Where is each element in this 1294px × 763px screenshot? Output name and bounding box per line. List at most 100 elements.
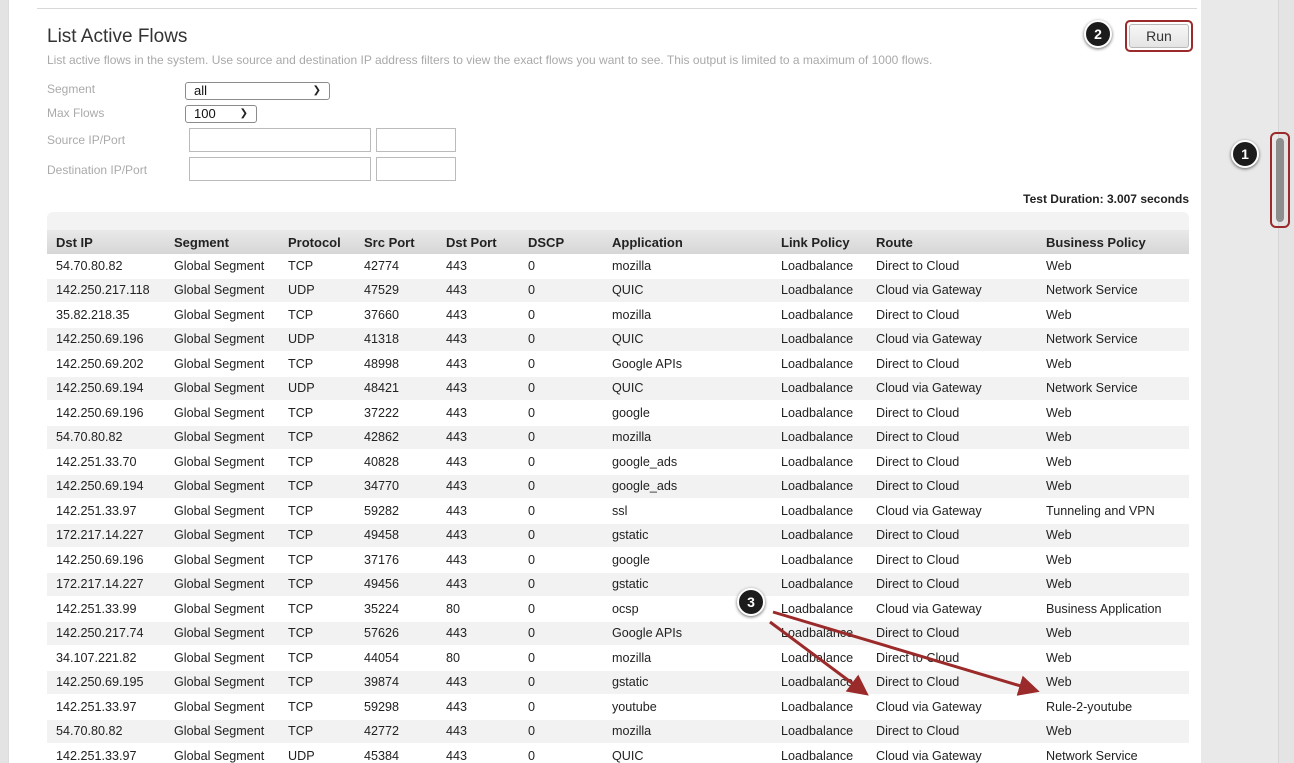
cell-dst-port: 443 — [437, 694, 519, 720]
cell-dst-ip: 142.251.33.97 — [47, 694, 165, 720]
cell-business-policy: Web — [1037, 572, 1189, 597]
page-description: List active flows in the system. Use sou… — [47, 53, 933, 67]
cell-route: Cloud via Gateway — [867, 743, 1037, 763]
cell-application: QUIC — [603, 278, 772, 303]
cell-src-port: 45384 — [355, 743, 437, 763]
cell-segment: Global Segment — [165, 743, 279, 763]
cell-dscp: 0 — [519, 400, 603, 426]
cell-dst-ip: 142.251.33.97 — [47, 498, 165, 524]
table-row: 54.70.80.82 Global Segment TCP 42862 443 0 moz… — [47, 425, 1189, 450]
cell-application: mozilla — [603, 254, 772, 279]
cell-segment: Global Segment — [165, 572, 279, 597]
cell-dst-port: 443 — [437, 302, 519, 328]
cell-dst-ip: 54.70.80.82 — [47, 719, 165, 744]
cell-business-policy: Web — [1037, 645, 1189, 671]
cell-application: QUIC — [603, 327, 772, 352]
cell-dscp: 0 — [519, 621, 603, 646]
cell-protocol: TCP — [279, 621, 355, 646]
cell-src-port: 42772 — [355, 719, 437, 744]
cell-link-policy: Loadbalance — [772, 719, 867, 744]
cell-route: Direct to Cloud — [867, 621, 1037, 646]
cell-route: Cloud via Gateway — [867, 278, 1037, 303]
table-row: 35.82.218.35 Global Segment TCP 37660 443 0 mo… — [47, 302, 1189, 328]
destination-port-input[interactable] — [376, 157, 456, 181]
cell-link-policy: Loadbalance — [772, 547, 867, 573]
cell-link-policy: Loadbalance — [772, 425, 867, 450]
table-row: 142.250.69.196 Global Segment TCP 37176 443 0… — [47, 547, 1189, 573]
cell-dst-ip: 142.250.69.194 — [47, 376, 165, 401]
cell-dscp: 0 — [519, 254, 603, 279]
run-button[interactable]: Run — [1129, 24, 1189, 48]
source-port-input[interactable] — [376, 128, 456, 152]
cell-segment: Global Segment — [165, 523, 279, 548]
segment-select[interactable]: all ❯ — [185, 82, 330, 100]
cell-business-policy: Web — [1037, 621, 1189, 646]
table-row: 172.217.14.227 Global Segment TCP 49458 443 0… — [47, 523, 1189, 548]
cell-dscp: 0 — [519, 449, 603, 475]
cell-dscp: 0 — [519, 743, 603, 763]
scrollbar-thumb[interactable] — [1276, 138, 1284, 222]
cell-link-policy: Loadbalance — [772, 278, 867, 303]
cell-dst-port: 443 — [437, 400, 519, 426]
destination-ip-input[interactable] — [189, 157, 371, 181]
cell-dst-ip: 142.250.69.202 — [47, 351, 165, 377]
annotation-badge-3: 3 — [737, 588, 765, 616]
cell-application: mozilla — [603, 645, 772, 671]
cell-route: Direct to Cloud — [867, 351, 1037, 377]
chevron-down-icon: ❯ — [239, 108, 248, 119]
table-row: 142.250.217.74 Global Segment TCP 57626 443 0… — [47, 621, 1189, 646]
cell-application: gstatic — [603, 670, 772, 695]
cell-src-port: 37660 — [355, 302, 437, 328]
column-header-protocol: Protocol — [279, 230, 355, 254]
cell-src-port: 39874 — [355, 670, 437, 695]
cell-src-port: 42862 — [355, 425, 437, 450]
cell-application: mozilla — [603, 425, 772, 450]
cell-protocol: TCP — [279, 351, 355, 377]
cell-business-policy: Network Service — [1037, 376, 1189, 401]
cell-link-policy: Loadbalance — [772, 645, 867, 671]
active-flows-panel: List Active Flows List active flows in t… — [8, 0, 1202, 763]
cell-segment: Global Segment — [165, 302, 279, 328]
column-header-route: Route — [867, 230, 1037, 254]
cell-dst-port: 443 — [437, 474, 519, 499]
cell-dst-port: 443 — [437, 376, 519, 401]
table-row: 54.70.80.82 Global Segment TCP 42774 443 0 moz… — [47, 254, 1189, 279]
cell-segment: Global Segment — [165, 547, 279, 573]
cell-src-port: 37222 — [355, 400, 437, 426]
cell-application: Google APIs — [603, 621, 772, 646]
cell-link-policy: Loadbalance — [772, 254, 867, 279]
cell-segment: Global Segment — [165, 278, 279, 303]
cell-application: QUIC — [603, 743, 772, 763]
cell-dst-port: 443 — [437, 670, 519, 695]
cell-dst-ip: 142.250.69.196 — [47, 327, 165, 352]
scrollbar-track[interactable] — [1278, 0, 1294, 763]
cell-link-policy: Loadbalance — [772, 351, 867, 377]
table-row: 142.251.33.99 Global Segment TCP 35224 80 0 oc… — [47, 596, 1189, 622]
cell-protocol: TCP — [279, 449, 355, 475]
cell-dscp: 0 — [519, 572, 603, 597]
cell-protocol: TCP — [279, 547, 355, 573]
column-header-dst-ip: Dst IP — [47, 230, 165, 254]
cell-link-policy: Loadbalance — [772, 449, 867, 475]
cell-dst-port: 443 — [437, 425, 519, 450]
cell-business-policy: Web — [1037, 400, 1189, 426]
cell-src-port: 41318 — [355, 327, 437, 352]
max-flows-select-value: 100 — [194, 106, 216, 121]
cell-dscp: 0 — [519, 523, 603, 548]
cell-link-policy: Loadbalance — [772, 474, 867, 499]
cell-link-policy: Loadbalance — [772, 572, 867, 597]
cell-dscp: 0 — [519, 278, 603, 303]
cell-src-port: 40828 — [355, 449, 437, 475]
cell-link-policy: Loadbalance — [772, 498, 867, 524]
cell-route: Direct to Cloud — [867, 645, 1037, 671]
segment-label: Segment — [47, 82, 96, 96]
column-header-segment: Segment — [165, 230, 279, 254]
cell-dst-port: 443 — [437, 498, 519, 524]
annotation-badge-1: 1 — [1231, 140, 1259, 168]
source-ip-input[interactable] — [189, 128, 371, 152]
max-flows-select[interactable]: 100 ❯ — [185, 105, 257, 123]
cell-dst-port: 443 — [437, 523, 519, 548]
cell-dscp: 0 — [519, 474, 603, 499]
cell-dst-ip: 142.250.217.118 — [47, 278, 165, 303]
cell-dscp: 0 — [519, 302, 603, 328]
